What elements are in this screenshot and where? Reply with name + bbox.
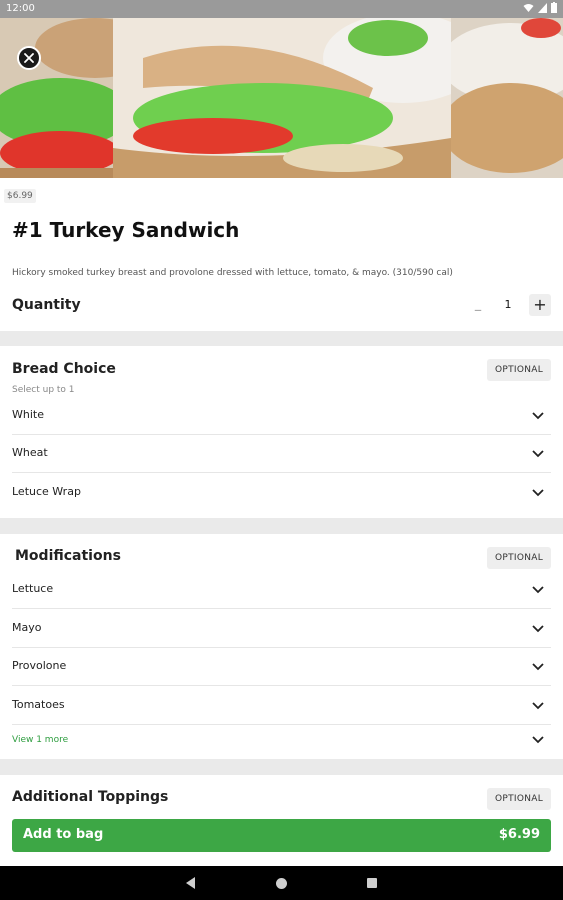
bread-option-white[interactable]: White — [12, 397, 551, 435]
chevron-down-icon — [532, 586, 544, 594]
signal-icon — [538, 2, 547, 13]
system-nav-bar — [0, 866, 563, 900]
quantity-label: Quantity — [12, 297, 81, 313]
price-chip: $6.99 — [4, 189, 36, 203]
option-label: Letuce Wrap — [12, 485, 81, 498]
quantity-increase-button[interactable]: + — [529, 294, 551, 316]
status-bar: 12:00 — [0, 0, 563, 18]
chevron-down-icon — [532, 702, 544, 710]
modifications-optional-badge: OPTIONAL — [487, 547, 551, 569]
section-divider — [0, 331, 563, 346]
bread-option-lettuce-wrap[interactable]: Letuce Wrap — [12, 474, 551, 512]
toppings-optional-badge: OPTIONAL — [487, 788, 551, 810]
status-icons — [523, 2, 557, 13]
close-button[interactable] — [17, 46, 41, 70]
option-label: Wheat — [12, 446, 48, 459]
photo-main — [113, 18, 451, 178]
quantity-value: 1 — [504, 298, 512, 311]
add-to-bag-price: $6.99 — [498, 827, 540, 842]
option-label: Tomatoes — [12, 698, 65, 711]
view-more-link: View 1 more — [12, 735, 69, 745]
home-icon[interactable] — [276, 878, 287, 889]
option-label: White — [12, 408, 44, 421]
bread-section-title: Bread Choice — [12, 361, 116, 377]
toppings-section-title: Additional Toppings — [12, 789, 169, 805]
modifications-section-title: Modifications — [15, 548, 121, 564]
close-icon — [24, 53, 34, 63]
bread-option-wheat[interactable]: Wheat — [12, 435, 551, 473]
bread-optional-badge: OPTIONAL — [487, 359, 551, 381]
photo-left — [0, 18, 113, 178]
view-more-modifications[interactable]: View 1 more — [12, 726, 551, 756]
option-label: Mayo — [12, 621, 42, 634]
chevron-down-icon — [532, 736, 544, 744]
modification-option-provolone[interactable]: Provolone — [12, 648, 551, 686]
section-divider — [0, 759, 563, 775]
quantity-decrease-button[interactable]: – — [468, 300, 488, 319]
add-to-bag-label: Add to bag — [23, 827, 104, 842]
chevron-down-icon — [532, 450, 544, 458]
photo-right — [451, 18, 563, 178]
option-label: Provolone — [12, 659, 67, 672]
back-icon[interactable] — [186, 877, 195, 889]
battery-icon — [551, 2, 557, 13]
status-time: 12:00 — [6, 3, 35, 14]
item-title: #1 Turkey Sandwich — [12, 218, 240, 242]
modification-option-mayo[interactable]: Mayo — [12, 610, 551, 648]
chevron-down-icon — [532, 625, 544, 633]
recents-icon[interactable] — [367, 878, 377, 888]
chevron-down-icon — [532, 412, 544, 420]
section-divider — [0, 518, 563, 534]
chevron-down-icon — [532, 489, 544, 497]
option-label: Lettuce — [12, 582, 54, 595]
bread-section-subtitle: Select up to 1 — [12, 385, 75, 395]
wifi-icon — [523, 3, 534, 12]
modification-option-lettuce[interactable]: Lettuce — [12, 571, 551, 609]
item-description: Hickory smoked turkey breast and provolo… — [12, 268, 453, 278]
modification-option-tomatoes[interactable]: Tomatoes — [12, 687, 551, 725]
item-photo-carousel[interactable] — [0, 18, 563, 178]
chevron-down-icon — [532, 663, 544, 671]
add-to-bag-button[interactable]: Add to bag $6.99 — [12, 819, 551, 852]
